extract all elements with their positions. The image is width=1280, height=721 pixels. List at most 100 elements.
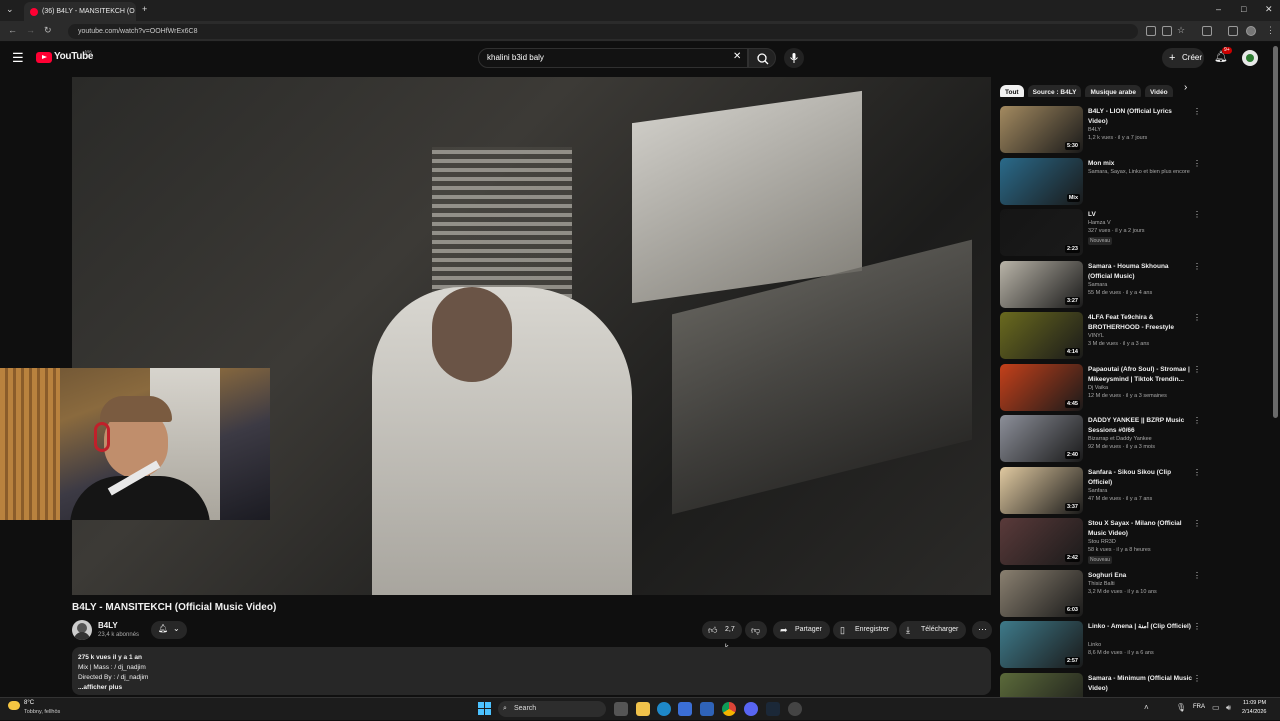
network-icon[interactable]: ▭ (1212, 703, 1220, 712)
recommendation-title[interactable]: DADDY YANKEE || BZRP Music Sessions #0/6… (1088, 416, 1193, 436)
recommendation-title[interactable]: Sanfara - Sikou Sikou (Clip Officiel) (1088, 468, 1193, 488)
file-explorer-icon[interactable] (636, 702, 650, 716)
create-button[interactable]: + Créer (1162, 48, 1204, 68)
more-options-icon[interactable]: ⋮ (1193, 211, 1201, 219)
tab-list-icon[interactable]: ⌄ (6, 4, 14, 15)
recommendation-item[interactable]: 4:14 4LFA Feat Te9chira & BROTHERHOOD - F… (1000, 312, 1205, 360)
taskbar-search[interactable]: ⌕ Search (498, 701, 606, 717)
more-options-icon[interactable]: ⋮ (1193, 366, 1201, 374)
chip-all[interactable]: Tout (1000, 85, 1024, 97)
chip-source[interactable]: Source : B4LY (1027, 85, 1082, 97)
recommendation-item[interactable]: 6:03 Soghuri Ena Thisiz Balti 3,2 M de vues… (1000, 570, 1205, 618)
task-view-icon[interactable] (614, 702, 628, 716)
recommendation-thumbnail[interactable]: Mix (1000, 158, 1083, 205)
recommendation-thumbnail[interactable]: 4:45 (1000, 364, 1083, 411)
browser-tab[interactable]: (36) B4LY - MANSITEKCH (O ✕ (24, 2, 136, 21)
recommendation-channel[interactable]: Stou RR3D (1088, 539, 1116, 545)
recommendation-channel[interactable]: Samara (1088, 282, 1107, 288)
recommendation-title[interactable]: 4LFA Feat Te9chira & BROTHERHOOD - Frees… (1088, 313, 1193, 333)
youtube-logo-icon[interactable] (36, 52, 52, 63)
microphone-tray-icon[interactable]: 🎙︎ (1176, 703, 1186, 712)
dislike-button[interactable]: 👎︎ (745, 621, 767, 639)
maximize-button[interactable]: □ (1241, 4, 1246, 14)
recommendation-thumbnail[interactable]: 2:57 (1000, 621, 1083, 668)
recommendation-item[interactable]: 2:42 Stou X Sayax - Milano (Official Musi… (1000, 518, 1205, 566)
recommendation-item[interactable]: 4:45 Papaoutai (Afro Soul) - Stromae | Mi… (1000, 364, 1205, 412)
recommendation-thumbnail[interactable]: 4:14 (1000, 312, 1083, 359)
recommendation-thumbnail[interactable]: 2:40 (1000, 415, 1083, 462)
store-icon[interactable] (678, 702, 692, 716)
recommendation-title[interactable]: Samara - Minimum (Official Music Video) (1088, 674, 1193, 694)
recommendation-item[interactable]: 2:40 DADDY YANKEE || BZRP Music Sessions … (1000, 415, 1205, 463)
back-icon[interactable]: ← (8, 25, 17, 35)
like-button[interactable]: 👍︎ 2,7 k (702, 621, 742, 651)
recommendation-channel[interactable]: VINYL (1088, 333, 1104, 339)
chips-next-chevron-icon[interactable]: › (1184, 82, 1187, 93)
close-window-button[interactable]: ✕ (1265, 4, 1273, 15)
mail-icon[interactable] (700, 702, 714, 716)
steam-icon[interactable] (766, 702, 780, 716)
recommendation-channel[interactable]: Samara, Sayax, Linko et bien plus encore (1088, 169, 1190, 175)
extensions-icon[interactable] (1202, 26, 1212, 36)
recommendation-title[interactable]: Soghuri Ena (1088, 571, 1193, 581)
save-button[interactable]: ▯ Enregistrer (833, 621, 898, 639)
more-options-icon[interactable]: ⋮ (1193, 108, 1201, 116)
recommendation-thumbnail[interactable]: 3:37 (1000, 467, 1083, 514)
download-button[interactable]: ⤓ Télécharger (899, 621, 967, 639)
clock-time[interactable]: 11:09 PM (1243, 700, 1266, 706)
reload-icon[interactable]: ↻ (44, 25, 52, 36)
recommendation-thumbnail[interactable]: 2:23 (1000, 209, 1083, 256)
volume-icon[interactable]: 🔊︎ (1226, 703, 1231, 713)
chrome-icon[interactable] (722, 702, 736, 716)
cast-icon[interactable] (1162, 26, 1172, 36)
recommendation-title[interactable]: Papaoutai (Afro Soul) - Stromae | Mikeey… (1088, 365, 1193, 385)
forward-icon[interactable]: → (26, 25, 35, 35)
translate-icon[interactable] (1146, 26, 1156, 36)
windows-start-icon[interactable] (478, 702, 492, 716)
search-input[interactable]: khalini b3id baly (478, 48, 748, 68)
obs-icon[interactable] (788, 702, 802, 716)
more-options-icon[interactable]: ⋮ (1193, 469, 1201, 477)
recommendation-title[interactable]: Linko - Amena | أمنة (Clip Officiel) (1088, 622, 1193, 632)
recommendation-channel[interactable]: Sanfara (1088, 488, 1107, 494)
language-indicator[interactable]: FRA (1193, 704, 1205, 710)
more-options-icon[interactable]: ⋮ (1193, 675, 1201, 683)
channel-name[interactable]: B4LY (98, 621, 118, 630)
recommendation-item[interactable]: 3:27 Samara - Houma Skhouna (Official Mus… (1000, 261, 1205, 309)
account-avatar[interactable] (1242, 50, 1258, 66)
profile-icon[interactable] (1246, 26, 1256, 36)
more-options-icon[interactable]: ⋮ (1193, 623, 1201, 631)
page-scrollbar[interactable] (1273, 46, 1278, 418)
recommendation-thumbnail[interactable]: 3:27 (1000, 261, 1083, 308)
search-button[interactable] (748, 48, 776, 68)
recommendation-title[interactable]: Mon mix (1088, 159, 1193, 169)
more-options-icon[interactable]: ⋮ (1193, 572, 1201, 580)
new-tab-button[interactable]: + (142, 4, 147, 14)
recommendation-item[interactable]: 3:37 Sanfara - Sikou Sikou (Clip Officiel… (1000, 467, 1205, 515)
recommendation-title[interactable]: Stou X Sayax - Milano (Official Music Vi… (1088, 519, 1193, 539)
browser-menu-icon[interactable]: ⋮ (1266, 25, 1275, 36)
recommendation-title[interactable]: B4LY - LION (Official Lyrics Video) (1088, 107, 1193, 127)
recommendation-channel[interactable]: Bizarrap et Daddy Yankee (1088, 436, 1152, 442)
recommendation-channel[interactable]: Dj Vaika (1088, 385, 1108, 391)
description-box[interactable]: 275 k vues il y a 1 an Mix | Mass : / dj… (72, 647, 991, 695)
hamburger-menu-icon[interactable]: ☰ (12, 50, 24, 66)
recommendation-item[interactable]: 2:57 Linko - Amena | أمنة (Clip Officiel)… (1000, 621, 1205, 669)
chip-arabic-music[interactable]: Musique arabe (1085, 85, 1141, 97)
share-button[interactable]: ➦ Partager (773, 621, 830, 639)
recommendation-channel[interactable]: Hamza V (1088, 220, 1111, 226)
clear-search-icon[interactable]: ✕ (733, 51, 741, 62)
recommendation-channel[interactable]: Thisiz Balti (1088, 581, 1115, 587)
recommendation-title[interactable]: LV (1088, 210, 1193, 220)
discord-icon[interactable] (744, 702, 758, 716)
recommendation-thumbnail[interactable]: 5:30 (1000, 106, 1083, 153)
more-actions-button[interactable]: ⋯ (972, 621, 992, 639)
recommendation-item[interactable]: Mix Mon mix Samara, Sayax, Linko et bien p… (1000, 158, 1205, 206)
recommendation-channel[interactable]: Linko (1088, 642, 1101, 648)
bookmark-star-icon[interactable]: ☆ (1177, 25, 1185, 36)
recommendation-channel[interactable]: B4LY (1088, 127, 1101, 133)
edge-icon[interactable] (657, 702, 671, 716)
show-more-link[interactable]: ...afficher plus (78, 683, 991, 693)
more-options-icon[interactable]: ⋮ (1193, 520, 1201, 528)
more-options-icon[interactable]: ⋮ (1193, 417, 1201, 425)
